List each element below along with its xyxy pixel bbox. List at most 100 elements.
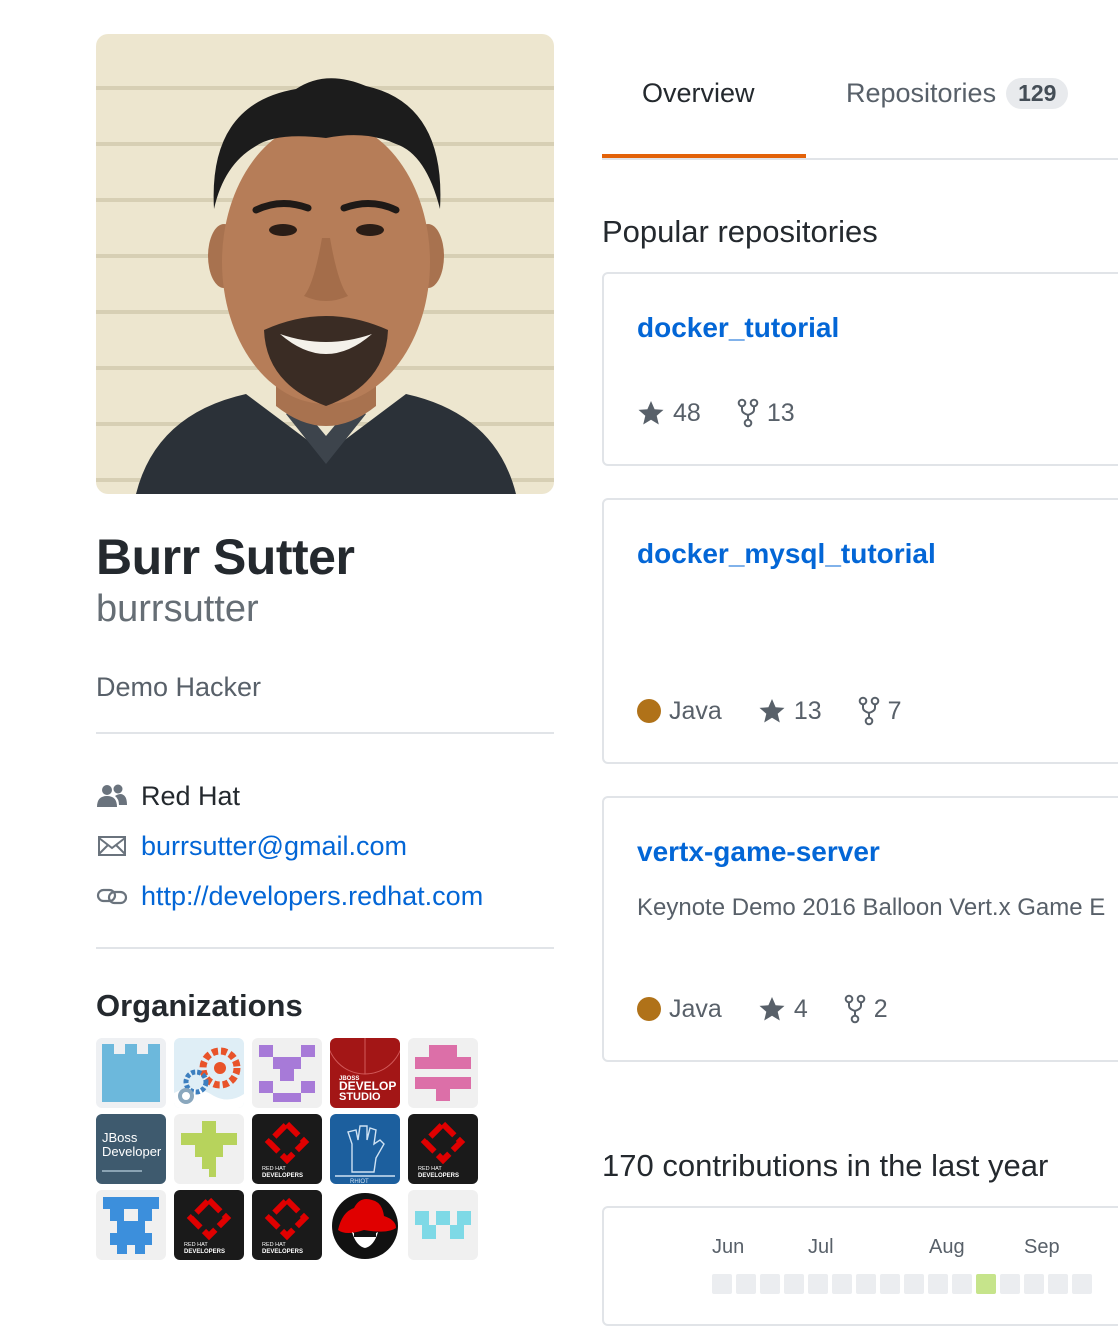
red-hat-developers-org-icon[interactable]: RED HAT DEVELOPERS — [174, 1190, 244, 1260]
popular-repositories-heading: Popular repositories — [602, 214, 878, 249]
star-icon — [638, 401, 664, 425]
svg-text:Developer: Developer — [102, 1144, 162, 1159]
contribution-day[interactable] — [808, 1274, 828, 1294]
tab-overview-label: Overview — [642, 78, 755, 108]
profile-email: burrsutter@gmail.com — [96, 829, 407, 863]
contribution-day[interactable] — [1072, 1274, 1092, 1294]
contribution-day[interactable] — [928, 1274, 948, 1294]
repo-meta: Java 4 2 — [637, 994, 924, 1024]
rhiot-org-icon[interactable]: RHIOT — [330, 1114, 400, 1184]
svg-text:JBoss: JBoss — [102, 1130, 138, 1145]
contribution-calendar: Jun Jul Aug Sep — [602, 1206, 1118, 1326]
red-hat-developers-org-icon[interactable]: RED HAT DEVELOPERS — [252, 1190, 322, 1260]
blue-identicon-org-icon[interactable] — [96, 1190, 166, 1260]
repo-stars-count: 13 — [793, 696, 822, 725]
gears-org-icon[interactable] — [174, 1038, 244, 1108]
contributions-heading: 170 contributions in the last year — [602, 1148, 1049, 1183]
contribution-day[interactable] — [976, 1274, 996, 1294]
month-label: Jul — [808, 1236, 834, 1258]
profile-username: burrsutter — [96, 588, 259, 630]
repo-forks-count: 7 — [887, 696, 902, 725]
repo-forks-count: 2 — [873, 994, 888, 1023]
contribution-day[interactable] — [760, 1274, 780, 1294]
month-label: Aug — [929, 1236, 965, 1258]
repo-name-link[interactable]: docker_mysql_tutorial — [637, 538, 936, 570]
profile-full-name: Burr Sutter — [96, 529, 355, 585]
repo-stars[interactable]: 4 — [758, 995, 808, 1024]
profile-avatar[interactable] — [96, 34, 554, 494]
contribution-day[interactable] — [832, 1274, 852, 1294]
contribution-day[interactable] — [736, 1274, 756, 1294]
contribution-day[interactable] — [1000, 1274, 1020, 1294]
organizations-heading: Organizations — [96, 988, 303, 1023]
tab-overview[interactable]: Overview — [642, 78, 755, 109]
repo-name-link[interactable]: vertx-game-server — [637, 836, 880, 868]
selected-tab-indicator — [602, 154, 806, 158]
svg-text:RED HAT: RED HAT — [418, 1166, 442, 1172]
profile-company: Red Hat — [96, 779, 240, 813]
repo-forks-count: 13 — [766, 398, 795, 427]
red-hat-developers-org-icon[interactable]: RED HAT DEVELOPERS — [408, 1114, 478, 1184]
repo-stars[interactable]: 48 — [637, 399, 701, 428]
cyan-identicon-org-icon[interactable] — [408, 1190, 478, 1260]
jboss-developer-org-icon[interactable]: JBoss Developer — [96, 1114, 166, 1184]
website-link[interactable]: http://developers.redhat.com — [141, 881, 483, 912]
blue-castle-org-icon[interactable] — [96, 1038, 166, 1108]
svg-text:RED HAT: RED HAT — [262, 1166, 286, 1172]
red-hat-shadowman-org-icon[interactable] — [330, 1190, 400, 1260]
repo-stars[interactable]: 13 — [758, 697, 822, 726]
svg-text:DEVELOPERS: DEVELOPERS — [262, 1249, 303, 1255]
red-hat-developers-org-icon[interactable]: RED HAT DEVELOPERS — [252, 1114, 322, 1184]
purple-identicon-org-icon[interactable] — [252, 1038, 322, 1108]
contribution-day[interactable] — [856, 1274, 876, 1294]
link-icon — [96, 883, 128, 909]
green-identicon-org-icon[interactable] — [174, 1114, 244, 1184]
contribution-day[interactable] — [1048, 1274, 1068, 1294]
tab-repositories[interactable]: Repositories 129 — [846, 78, 1069, 109]
email-link[interactable]: burrsutter@gmail.com — [141, 831, 407, 862]
star-icon — [759, 997, 785, 1021]
repo-forks[interactable]: 7 — [858, 696, 902, 726]
contribution-day[interactable] — [880, 1274, 900, 1294]
java-language-dot — [637, 699, 661, 723]
repo-language-label: Java — [669, 994, 722, 1023]
repo-meta: 48 13 — [637, 398, 831, 428]
svg-text:RHIOT: RHIOT — [350, 1179, 369, 1184]
repo-language-label: Java — [669, 696, 722, 725]
repo-meta: Java 13 7 — [637, 696, 938, 726]
month-label: Jun — [712, 1236, 745, 1258]
fork-icon — [737, 398, 759, 428]
fork-icon — [844, 994, 866, 1024]
star-icon — [759, 699, 785, 723]
contribution-day[interactable] — [904, 1274, 924, 1294]
organizations-grid: JBOSS DEVELOP STUDIO JBoss Developer RED… — [96, 1038, 478, 1260]
company-name: Red Hat — [141, 780, 241, 811]
divider — [96, 732, 554, 734]
repo-description: Keynote Demo 2016 Balloon Vert.x Game E — [637, 894, 1106, 921]
contribution-day[interactable] — [952, 1274, 972, 1294]
contribution-day[interactable] — [712, 1274, 732, 1294]
repo-card: docker_mysql_tutorial Java 13 7 — [602, 498, 1118, 764]
svg-text:DEVELOPERS: DEVELOPERS — [262, 1173, 303, 1179]
people-icon — [96, 783, 128, 809]
svg-text:DEVELOPERS: DEVELOPERS — [184, 1249, 225, 1255]
fork-icon — [858, 696, 879, 726]
contribution-day[interactable] — [784, 1274, 804, 1294]
tab-repositories-label: Repositories — [846, 78, 997, 108]
repo-language: Java — [637, 697, 722, 726]
profile-bio: Demo Hacker — [96, 672, 262, 702]
profile-tabs: Overview Repositories 129 — [602, 60, 1118, 160]
java-language-dot — [637, 997, 661, 1021]
month-label: Sep — [1024, 1236, 1060, 1258]
jboss-developer-studio-org-icon[interactable]: JBOSS DEVELOP STUDIO — [330, 1038, 400, 1108]
contribution-days-row — [712, 1274, 1092, 1294]
repo-name-link[interactable]: docker_tutorial — [637, 312, 839, 344]
contribution-day[interactable] — [1024, 1274, 1044, 1294]
repo-forks[interactable]: 2 — [844, 994, 888, 1024]
repo-forks[interactable]: 13 — [737, 398, 795, 428]
repo-stars-count: 48 — [673, 398, 701, 427]
repo-language: Java — [637, 995, 722, 1024]
repo-card: vertx-game-server Keynote Demo 2016 Ball… — [602, 796, 1118, 1062]
pink-identicon-org-icon[interactable] — [408, 1038, 478, 1108]
repo-stars-count: 4 — [793, 994, 808, 1023]
